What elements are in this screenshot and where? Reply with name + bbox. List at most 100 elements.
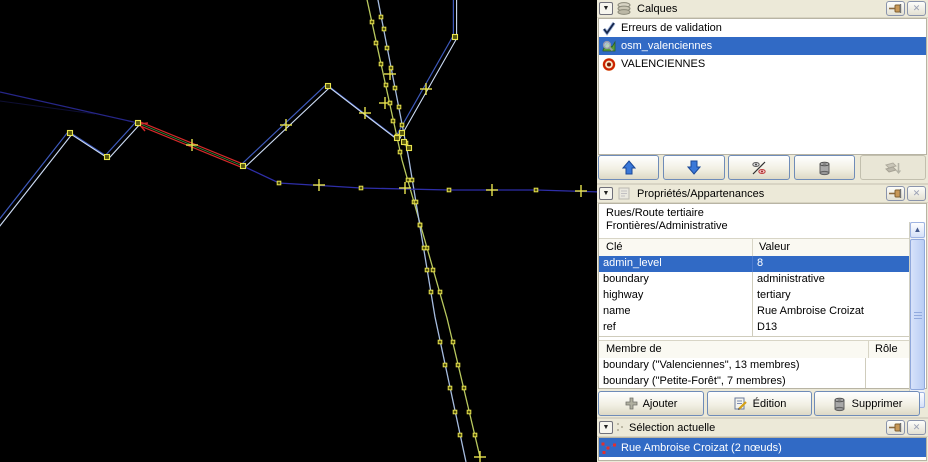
map-node[interactable]	[410, 178, 414, 182]
properties-scrollbar[interactable]: ▲ ▼	[909, 222, 925, 408]
up-arrow-icon	[622, 160, 636, 175]
tag-row[interactable]: boundary administrative	[599, 272, 910, 289]
map-node[interactable]	[402, 140, 407, 145]
collapse-arrow-icon[interactable]: ▼	[599, 421, 613, 434]
map-node[interactable]	[418, 223, 422, 227]
map-node[interactable]	[277, 181, 281, 185]
layer-merge-down-button[interactable]	[860, 155, 926, 180]
map-node[interactable]	[105, 155, 110, 160]
tag-row[interactable]: admin_level 8	[599, 256, 910, 273]
map-node[interactable]	[406, 178, 410, 182]
delete-tag-button[interactable]: Supprimer	[814, 391, 920, 416]
selection-panel-title: Sélection actuelle	[629, 422, 715, 434]
map-node[interactable]	[453, 410, 457, 414]
trash-cylinder-icon	[817, 160, 832, 176]
map-way-road-northeast[interactable]	[399, 0, 457, 141]
map-node[interactable]	[414, 200, 418, 204]
map-node[interactable]	[453, 35, 458, 40]
close-panel-button[interactable]: ✕	[907, 1, 926, 16]
map-node[interactable]	[395, 136, 400, 141]
map-way-selected-way-rue-ambroise-croizat[interactable]	[137, 125, 242, 168]
close-panel-button[interactable]: ✕	[907, 420, 926, 435]
map-way-road-west[interactable]	[0, 125, 140, 242]
collapse-arrow-icon[interactable]: ▼	[599, 2, 613, 15]
map-node[interactable]	[447, 188, 451, 192]
add-tag-button[interactable]: Ajouter	[598, 391, 704, 416]
map-node[interactable]	[398, 150, 402, 154]
map-node[interactable]	[438, 340, 442, 344]
layers-panel: ▼ Calques ✕	[597, 0, 928, 183]
map-node[interactable]	[451, 340, 455, 344]
map-node[interactable]	[379, 15, 383, 19]
map-node[interactable]	[68, 131, 73, 136]
map-way-boundary-west[interactable]	[0, 92, 138, 123]
map-node[interactable]	[456, 363, 460, 367]
map-node[interactable]	[534, 188, 538, 192]
scroll-up-button[interactable]: ▲	[910, 222, 925, 238]
sticky-pin-button[interactable]	[886, 186, 905, 201]
map-node[interactable]	[438, 290, 442, 294]
plus-icon	[625, 397, 638, 410]
scrollbar-thumb[interactable]	[910, 239, 925, 390]
collapse-arrow-icon[interactable]: ▼	[599, 187, 613, 200]
map-node[interactable]	[448, 386, 452, 390]
tag-row[interactable]: name Rue Ambroise Croizat	[599, 304, 910, 321]
map-node[interactable]	[326, 84, 331, 89]
layer-move-up-button[interactable]	[598, 155, 659, 180]
map-node[interactable]	[443, 363, 447, 367]
close-panel-button[interactable]: ✕	[907, 186, 926, 201]
layer-row-osm-valenciennes[interactable]: osm_valenciennes	[599, 37, 926, 55]
map-way-road-east[interactable]	[241, 84, 395, 164]
trash-cylinder-icon	[832, 396, 847, 412]
map-node[interactable]	[458, 433, 462, 437]
map-node[interactable]	[370, 20, 374, 24]
map-node[interactable]	[359, 186, 363, 190]
map-node[interactable]	[397, 105, 401, 109]
pin-icon	[889, 422, 902, 433]
edit-tag-button[interactable]: Édition	[707, 391, 812, 416]
layer-move-down-button[interactable]	[663, 155, 725, 180]
preset-label[interactable]: Frontières/Administrative	[599, 220, 910, 233]
map-way-road-east[interactable]	[245, 88, 399, 168]
map-node[interactable]	[374, 41, 378, 45]
map-node[interactable]	[400, 123, 404, 127]
map-node[interactable]	[379, 62, 383, 66]
layers-icon	[616, 1, 632, 16]
map-node[interactable]	[136, 121, 141, 126]
map-node[interactable]	[393, 86, 397, 90]
selection-row[interactable]: Rue Ambroise Croizat (2 nœuds)	[599, 438, 926, 457]
map-node[interactable]	[407, 146, 412, 151]
map-node[interactable]	[473, 433, 477, 437]
layer-toggle-visibility-button[interactable]	[728, 155, 790, 180]
map-way-boundary-east[interactable]	[243, 166, 597, 192]
layer-row-valenciennes[interactable]: VALENCIENNES	[599, 55, 926, 73]
map-canvas[interactable]	[0, 0, 597, 462]
map-way-selected-way-rue-ambroise-croizat[interactable]	[139, 121, 244, 164]
map-node[interactable]	[388, 101, 392, 105]
map-node[interactable]	[384, 83, 388, 87]
map-node[interactable]	[462, 386, 466, 390]
map-node[interactable]	[382, 27, 386, 31]
map-node[interactable]	[425, 268, 429, 272]
map-node[interactable]	[385, 46, 389, 50]
way-icon	[601, 441, 617, 455]
tag-row[interactable]: ref D13	[599, 320, 910, 337]
sticky-pin-button[interactable]	[886, 420, 905, 435]
map-way-road-northeast[interactable]	[395, 0, 453, 137]
map-node[interactable]	[400, 131, 405, 136]
membership-row[interactable]: boundary ("Petite-Forêt", 7 membres)	[599, 374, 910, 388]
layer-row-validation-errors[interactable]: Erreurs de validation	[599, 19, 926, 37]
layer-delete-button[interactable]	[794, 155, 855, 180]
map-node[interactable]	[467, 410, 471, 414]
map-node[interactable]	[391, 119, 395, 123]
membership-row[interactable]: boundary ("Valenciennes", 13 membres)	[599, 358, 910, 375]
map-node[interactable]	[389, 66, 393, 70]
map-node[interactable]	[422, 246, 426, 250]
tag-row[interactable]: highway tertiary	[599, 288, 910, 305]
map-node[interactable]	[431, 268, 435, 272]
map-node[interactable]	[429, 290, 433, 294]
sticky-pin-button[interactable]	[886, 1, 905, 16]
preset-label[interactable]: Rues/Route tertiaire	[599, 207, 910, 220]
map-node[interactable]	[241, 164, 246, 169]
osm-data-layer-icon	[601, 39, 617, 54]
